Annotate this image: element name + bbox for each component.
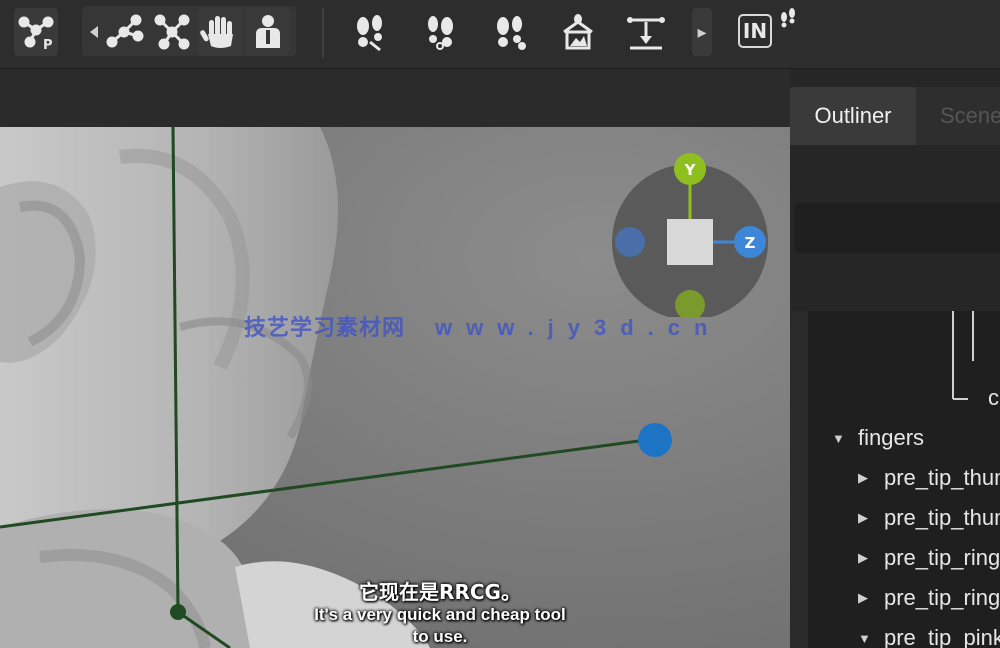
bone-chain-button[interactable] [104,8,148,56]
watermark-url: www.jy3d.cn [435,315,722,340]
ruler-icon [627,17,665,50]
subtitle-english-line2: to use. [412,627,468,646]
prev-arrow-button[interactable] [84,8,104,56]
tab-scene[interactable]: Scene [940,87,1000,145]
outliner-tab-bar: Outliner Scene [790,87,1000,145]
skeleton-p-button[interactable]: P [14,8,58,56]
expand-arrow-icon: ▸ [697,21,707,42]
person-button[interactable] [246,8,290,56]
house-button[interactable] [556,8,600,56]
expand-arrow-button[interactable]: ▸ [692,8,712,56]
bone-branch-button[interactable] [150,8,194,56]
video-subtitles: 它现在是RRCG。 It's a very quick and cheap to… [0,580,880,648]
footprint-right-button[interactable] [418,8,462,56]
top-toolbar: P ▸ IN [0,0,1000,69]
skeleton-p-icon: P [18,16,54,52]
gizmo-center-cube [667,219,713,265]
subtitle-english-line1: It's a very quick and cheap tool [314,605,566,624]
outliner-item-pre-tip-ring-1[interactable]: ▶ pre_tip_ring [858,545,1000,571]
bone-branch-icon [154,14,190,50]
outliner-item-label: pre_tip_thumb [884,465,1000,490]
bone-chain-icon [106,14,144,48]
watermark: 技艺学习素材网 www.jy3d.cn [244,310,721,342]
expand-triangle-icon[interactable]: ▶ [858,470,870,486]
footprint-right-icon [428,16,453,50]
footprint-left-button[interactable] [348,8,392,56]
outliner-item-label: pre_tip_pinky [884,625,1000,648]
viewport-header-bar [0,69,790,127]
prev-arrow-icon [90,26,98,38]
outliner-item-label: fingers [858,425,925,450]
outliner-item-partial[interactable]: c [988,385,999,411]
outliner-panel: Outliner Scene c ▼ fingers ▶ pre_tip_thu… [790,69,1000,648]
toolbar-separator [322,8,324,58]
footprints-small-icon [781,8,795,28]
watermark-cn: 技艺学习素材网 [244,315,406,340]
outliner-item-fingers[interactable]: ▼ fingers [832,425,924,451]
3d-viewport[interactable]: Y Z [0,127,790,648]
footprint-pair-icon [497,16,526,50]
footprints-small-button[interactable] [776,4,800,32]
expand-triangle-icon[interactable]: ▶ [858,510,870,526]
svg-text:P: P [43,38,53,52]
gizmo-y-label: Y [684,161,697,179]
tree-connector-lines [952,311,974,400]
expand-triangle-icon[interactable]: ▶ [858,550,870,566]
ruler-button[interactable] [624,8,668,56]
outliner-item-label: pre_tip_ring [884,545,1000,570]
outliner-item-pre-tip-thumb-1[interactable]: ▶ pre_tip_thumb [858,465,1000,491]
footprint-pair-button[interactable] [488,8,532,56]
footprint-left-icon [357,15,382,52]
outliner-item-label: pre_tip_ring [884,585,1000,610]
outliner-item-label: pre_tip_thumb [884,505,1000,530]
gizmo-z-label: Z [745,234,756,252]
hand-button[interactable] [198,8,242,56]
collapse-triangle-icon[interactable]: ▼ [832,431,845,446]
house-icon [563,14,593,50]
outliner-item-pre-tip-thumb-2[interactable]: ▶ pre_tip_thumb [858,505,1000,531]
outliner-search-input[interactable] [794,203,1000,253]
in-mode-button[interactable]: IN [738,14,772,48]
person-icon [256,15,280,48]
gizmo-x-neg-axis [615,227,645,257]
tab-outliner[interactable]: Outliner [790,87,916,145]
orientation-gizmo[interactable]: Y Z [610,147,770,317]
joint-blue [638,423,672,457]
subtitle-chinese: 它现在是RRCG。 [359,580,521,604]
hand-icon [200,16,233,48]
